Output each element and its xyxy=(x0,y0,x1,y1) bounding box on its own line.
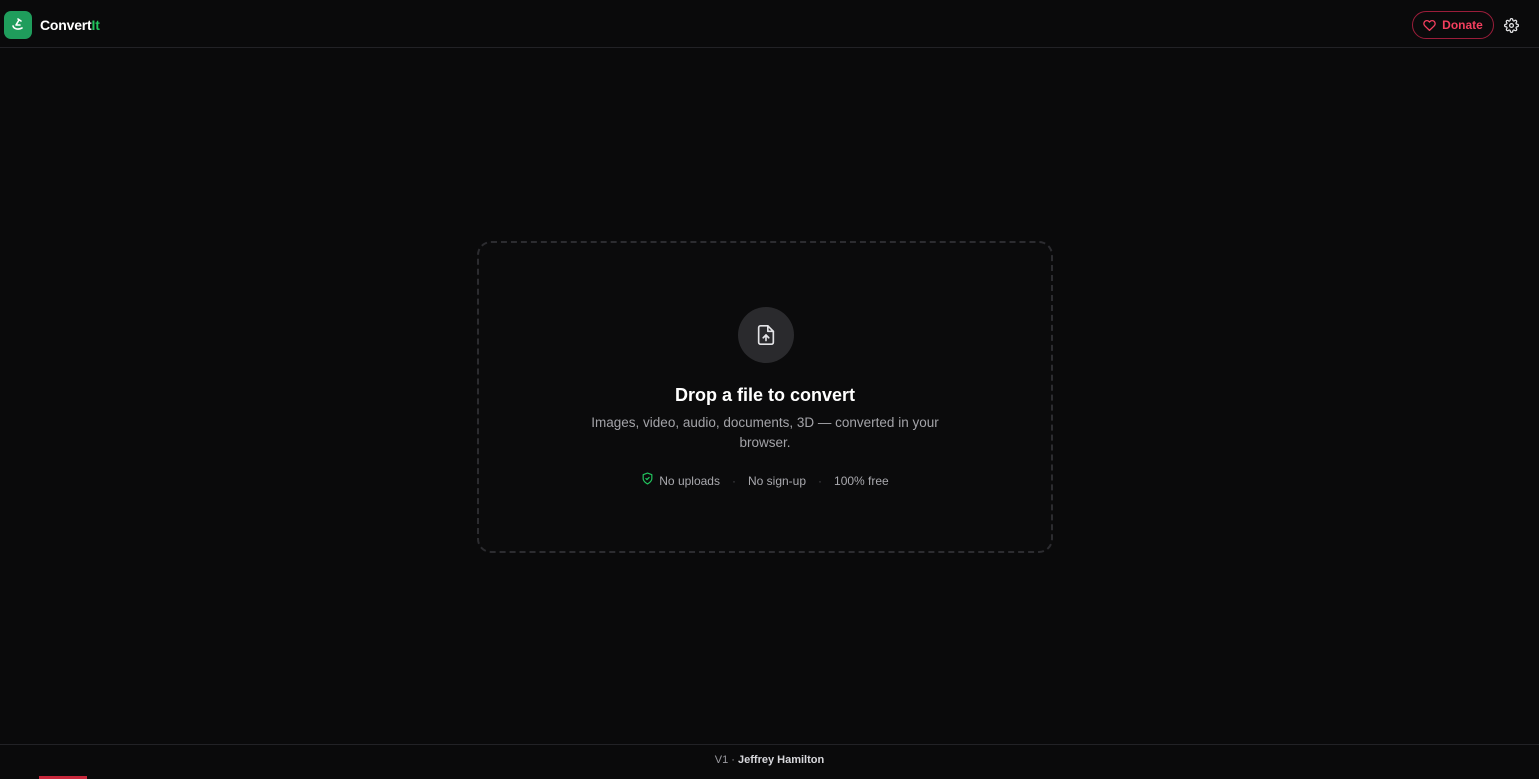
brand-name-part2: It xyxy=(91,17,100,33)
feature-no-signup: No sign-up xyxy=(748,473,806,489)
heart-icon xyxy=(1423,19,1436,32)
file-dropzone[interactable]: Drop a file to convert Images, video, au… xyxy=(477,241,1053,553)
donate-label: Donate xyxy=(1442,18,1483,32)
feature-label: 100% free xyxy=(834,473,889,488)
gear-icon[interactable] xyxy=(1503,17,1519,33)
app-footer: V1 · Jeffrey Hamilton xyxy=(0,744,1539,779)
version-label: V1 xyxy=(714,754,729,766)
footer-separator: · xyxy=(728,754,739,766)
feature-separator: · xyxy=(731,473,736,488)
shield-check-icon xyxy=(641,472,654,489)
feature-label: No uploads xyxy=(659,473,720,488)
feature-label: No sign-up xyxy=(747,473,807,488)
donate-button[interactable]: Donate xyxy=(1412,11,1494,39)
dropzone-subtitle: Images, video, audio, documents, 3D — co… xyxy=(591,415,939,450)
brand-name[interactable]: ConvertIt xyxy=(40,16,100,34)
logo-icon[interactable] xyxy=(4,11,32,39)
file-upload-icon xyxy=(738,307,794,363)
app-header: ConvertIt Donate xyxy=(0,0,1539,48)
feature-free: 100% free xyxy=(834,473,889,489)
feature-list: No uploads · No sign-up · 100% free xyxy=(479,472,1051,489)
dropzone-title: Drop a file to convert xyxy=(674,385,856,405)
brand-name-part1: Convert xyxy=(40,17,92,33)
feature-no-uploads: No uploads xyxy=(641,472,720,489)
feature-separator: · xyxy=(818,473,823,488)
author-link[interactable]: Jeffrey Hamilton xyxy=(738,754,824,766)
